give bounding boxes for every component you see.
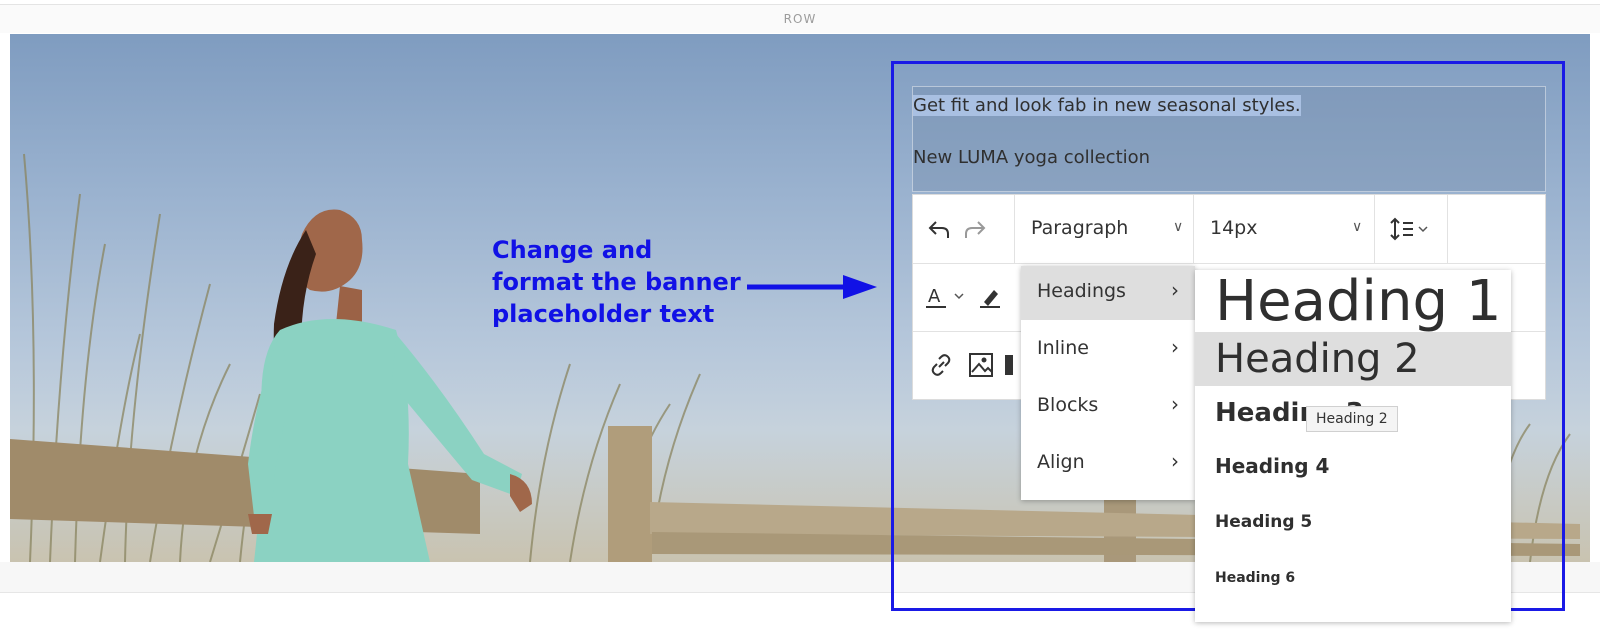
link-button[interactable] — [925, 349, 957, 381]
highlight-icon — [980, 290, 1000, 308]
format-select[interactable]: Paragraph ∨ — [1015, 195, 1193, 263]
undo-icon — [928, 221, 949, 238]
menu-item-label: Blocks — [1037, 394, 1099, 416]
toolbar-divider — [1447, 195, 1448, 263]
link-icon — [931, 354, 951, 376]
banner-text-line-1[interactable]: Get fit and look fab in new seasonal sty… — [913, 93, 1301, 119]
heading-6-label: Heading 6 — [1215, 570, 1296, 586]
text-color-button[interactable]: A — [925, 281, 975, 313]
submenu-heading-1[interactable]: Heading 1 — [1195, 270, 1511, 332]
selected-text: Get fit and look fab in new seasonal sty… — [913, 95, 1301, 116]
annotation-line-3: placeholder text — [492, 300, 715, 328]
heading-1-label: Heading 1 — [1215, 269, 1502, 334]
format-dropdown-menu: Headings › Inline › Blocks › Align › — [1021, 266, 1195, 500]
banner-text-editor[interactable]: Get fit and look fab in new seasonal sty… — [912, 86, 1546, 192]
tooltip: Heading 2 — [1306, 406, 1398, 432]
heading-5-label: Heading 5 — [1215, 512, 1313, 532]
table-icon[interactable] — [1005, 355, 1013, 375]
menu-item-label: Headings — [1037, 280, 1126, 302]
row-label: ROW — [783, 12, 817, 26]
submenu-heading-4[interactable]: Heading 4 — [1195, 440, 1511, 496]
line-height-button[interactable] — [1375, 213, 1447, 245]
menu-item-inline[interactable]: Inline › — [1021, 323, 1195, 377]
chevron-down-icon: ∨ — [1352, 219, 1363, 235]
heading-2-label: Heading 2 — [1215, 336, 1420, 382]
banner-text-line-2[interactable]: New LUMA yoga collection — [913, 145, 1150, 171]
redo-icon — [965, 221, 986, 238]
chevron-right-icon: › — [1171, 335, 1179, 359]
headings-submenu: Heading 1 Heading 2 Heading 3 Heading 4 … — [1195, 270, 1511, 622]
image-icon — [969, 353, 993, 377]
chevron-right-icon: › — [1171, 278, 1179, 302]
menu-item-align[interactable]: Align › — [1021, 437, 1195, 491]
redo-button[interactable] — [959, 213, 991, 245]
text-color-icon: A — [926, 286, 964, 308]
menu-item-label: Inline — [1037, 337, 1089, 359]
chevron-right-icon: › — [1171, 449, 1179, 473]
annotation-line-2: format the banner — [492, 268, 741, 296]
heading-4-label: Heading 4 — [1215, 454, 1330, 478]
menu-item-label: Align — [1037, 451, 1085, 473]
line-height-icon — [1390, 217, 1428, 241]
highlight-button[interactable] — [977, 281, 1003, 313]
submenu-heading-5[interactable]: Heading 5 — [1195, 496, 1511, 552]
annotation-line-1: Change and — [492, 236, 653, 264]
image-button[interactable] — [965, 349, 997, 381]
annotation-text: Change and format the banner placeholder… — [492, 234, 742, 330]
undo-button[interactable] — [923, 213, 955, 245]
svg-text:A: A — [928, 286, 941, 307]
menu-item-headings[interactable]: Headings › — [1021, 266, 1195, 320]
submenu-heading-6[interactable]: Heading 6 — [1195, 552, 1511, 608]
menu-item-blocks[interactable]: Blocks › — [1021, 380, 1195, 434]
format-select-value: Paragraph — [1031, 217, 1129, 239]
font-size-value: 14px — [1210, 217, 1258, 239]
row-header: ROW — [0, 4, 1600, 33]
chevron-right-icon: › — [1171, 392, 1179, 416]
submenu-heading-2[interactable]: Heading 2 — [1195, 332, 1511, 386]
font-size-select[interactable]: 14px ∨ — [1194, 195, 1374, 263]
chevron-down-icon: ∨ — [1173, 219, 1184, 235]
annotation-arrow — [747, 275, 877, 299]
toolbar-row-1: Paragraph ∨ 14px ∨ — [913, 195, 1545, 264]
